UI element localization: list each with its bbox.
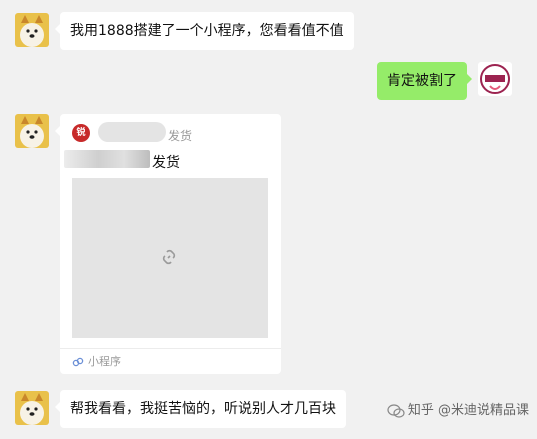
link-icon [162,249,176,265]
card-divider [60,348,281,349]
card-source-name: 发货 [168,129,193,143]
contact-avatar[interactable] [15,114,49,148]
card-title: 发货 [152,155,180,171]
mini-program-logo-icon: 锐 [72,124,90,142]
mini-program-card[interactable]: 锐 发货 发货 小程序 [55,114,281,374]
message-bubble[interactable]: 我用1888搭建了一个小程序，您看看值不值 [55,12,354,50]
message-text: 我用1888搭建了一个小程序，您看看值不值 [70,23,344,39]
self-avatar[interactable] [478,62,512,96]
watermark: 知乎 @米迪说精品课 [387,402,529,420]
watermark-text: 知乎 @米迪说精品课 [407,403,529,418]
shiba-dog-avatar-icon [15,114,49,148]
card-thumbnail [72,178,268,338]
card-footer: 小程序 [72,354,121,370]
message-bubble[interactable]: 帮我看看，我挺苦恼的，听说别人才几百块 [55,390,346,428]
blurred-title [64,150,150,168]
mini-program-icon [72,357,84,367]
contact-avatar[interactable] [15,13,49,47]
brand-logo-avatar-icon [478,62,512,96]
message-bubble-self[interactable]: 肯定被割了 [377,62,472,100]
blurred-source-name [98,122,166,142]
wechat-icon [387,403,405,418]
message-text: 帮我看看，我挺苦恼的，听说别人才几百块 [70,401,336,417]
mini-program-label: 小程序 [88,355,121,368]
shiba-dog-avatar-icon [15,391,49,425]
message-text: 肯定被割了 [387,73,457,89]
shiba-dog-avatar-icon [15,13,49,47]
contact-avatar[interactable] [15,391,49,425]
